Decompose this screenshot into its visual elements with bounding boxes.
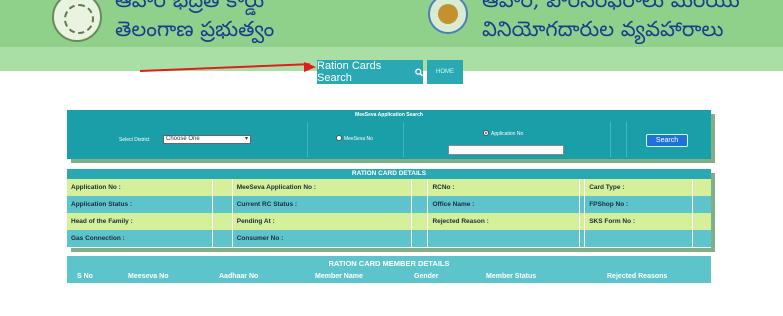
details-cell: FPShop No : <box>585 196 694 213</box>
details-cell: Gas Connection : <box>67 230 213 247</box>
ration-cards-search-label: Ration Cards Search <box>317 60 382 84</box>
details-cell: Application No : <box>67 179 213 196</box>
divider <box>403 122 404 157</box>
select-district-label: Select District <box>119 137 150 143</box>
members-header-row: S No Meeseva No Aadhaar No Member Name G… <box>67 271 711 283</box>
details-cell: Pending At : <box>233 213 413 230</box>
details-cell <box>428 230 581 247</box>
district-select-value: Choose One <box>166 136 200 142</box>
panel-title: MeeSeva Application Search <box>355 112 423 118</box>
details-row: Application No : MeeSeva Application No … <box>67 179 711 196</box>
site-header: ఆహార భద్రత కార్డు తెలంగాణ ప్రభుత్వం ఆహార… <box>0 0 783 47</box>
details-cell: SKS Form No : <box>585 213 694 230</box>
district-select[interactable]: Choose One ▾ <box>163 135 251 144</box>
meeseva-no-radio-label: MeeSeva No <box>344 136 373 142</box>
column-header-meeseva-no: Meeseva No <box>128 273 169 280</box>
column-header-gender: Gender <box>414 273 439 280</box>
details-cell: Office Name : <box>428 196 581 213</box>
details-cell: Consumer No : <box>233 230 413 247</box>
search-icon <box>414 68 423 76</box>
details-cell: RCNo : <box>428 179 581 196</box>
members-title: RATION CARD MEMBER DETAILS <box>328 259 450 268</box>
header-right-line1: ఆహార, పౌరసరఫరాలు మరియు <box>482 0 740 12</box>
search-button[interactable]: Search <box>646 134 688 147</box>
annotation-arrow-head <box>304 62 316 72</box>
details-cell: Current RC Status : <box>233 196 413 213</box>
home-label: HOME <box>436 69 454 75</box>
divider <box>626 122 627 157</box>
telangana-emblem-icon <box>52 0 102 42</box>
column-header-aadhaar-no: Aadhaar No <box>219 273 259 280</box>
details-cell: MeeSeva Application No : <box>233 179 413 196</box>
column-header-member-name: Member Name <box>315 273 363 280</box>
column-header-rejected-reasons: Rejected Reasons <box>607 273 668 280</box>
details-row: Application Status : Current RC Status :… <box>67 196 711 213</box>
details-row: Gas Connection : Consumer No : <box>67 230 711 247</box>
meeseva-no-radio[interactable] <box>336 135 342 141</box>
header-left-line2: తెలంగాణ ప్రభుత్వం <box>115 17 275 41</box>
application-no-radio[interactable] <box>483 130 489 136</box>
details-cell: Application Status : <box>67 196 213 213</box>
column-header-member-status: Member Status <box>486 273 537 280</box>
header-left-line1: ఆహార భద్రత కార్డు <box>115 0 265 12</box>
application-no-radio-label: Application No <box>491 131 524 137</box>
header-right-line2: వినియోగదారుల వ్యవహారాలు <box>482 17 724 41</box>
civil-supplies-emblem-icon <box>428 0 468 34</box>
chevron-down-icon: ▾ <box>244 136 248 142</box>
details-cell: Rejected Reason : <box>428 213 581 230</box>
details-cell: Card Type : <box>585 179 694 196</box>
home-button[interactable]: HOME <box>427 60 463 84</box>
details-cell: Head of the Family : <box>67 213 213 230</box>
ration-card-details: RATION CARD DETAILS Application No : Mee… <box>67 169 711 248</box>
column-header-sno: S No <box>77 273 93 280</box>
divider <box>610 122 611 157</box>
ration-card-member-details: RATION CARD MEMBER DETAILS S No Meeseva … <box>67 256 711 283</box>
meeseva-search-panel: MeeSeva Application Search Select Distri… <box>67 110 711 159</box>
application-no-input[interactable] <box>448 145 564 155</box>
details-title: RATION CARD DETAILS <box>67 169 711 179</box>
details-cell <box>585 230 694 247</box>
ration-cards-search-button[interactable]: Ration Cards Search <box>317 60 423 84</box>
details-row: Head of the Family : Pending At : Reject… <box>67 213 711 230</box>
divider <box>307 122 308 157</box>
